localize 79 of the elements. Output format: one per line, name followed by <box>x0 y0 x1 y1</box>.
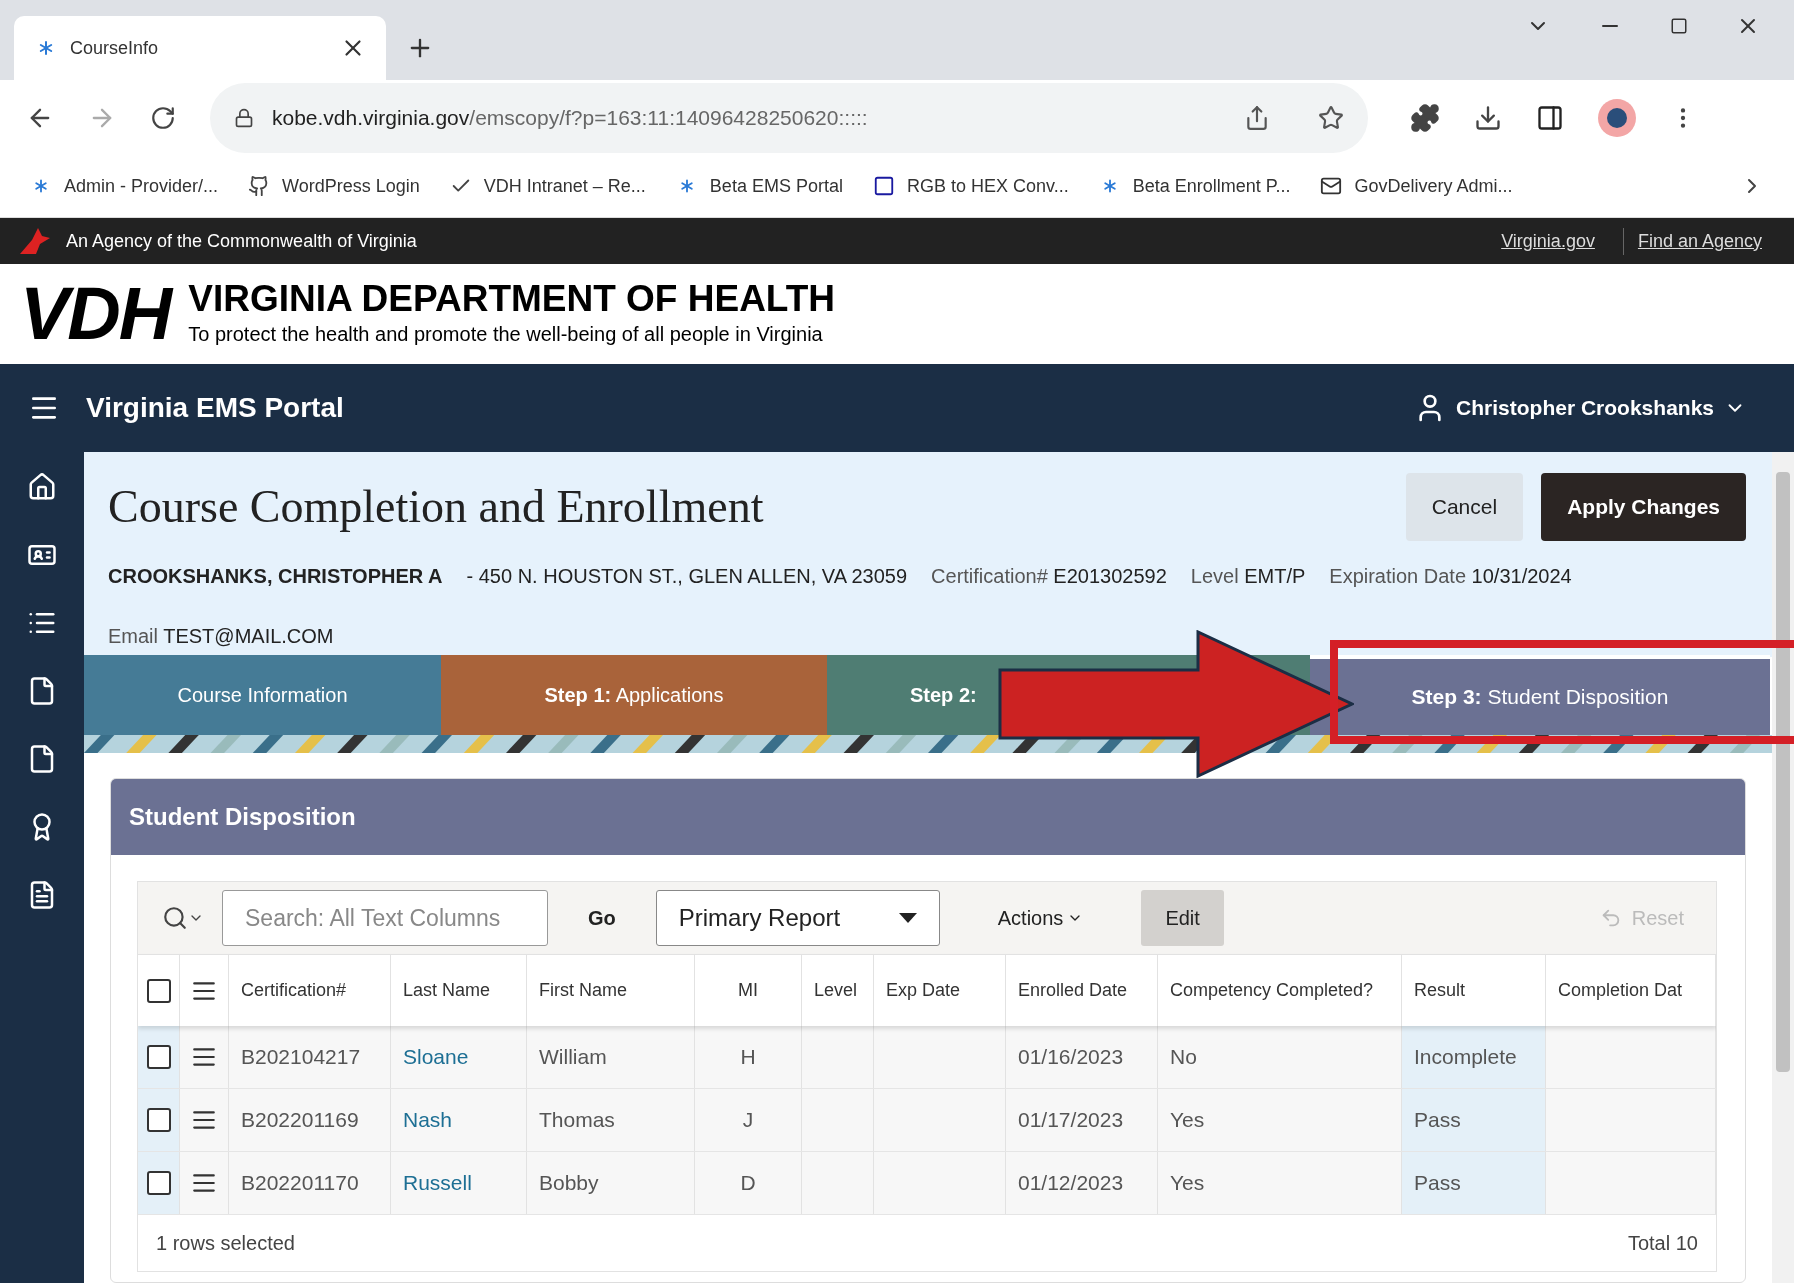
app-title: Virginia EMS Portal <box>86 391 345 425</box>
tagline: To protect the health and promote the well-being of all people in Virginia <box>188 322 824 347</box>
table-cell-text: B202104217 <box>241 1044 361 1071</box>
lock-icon <box>234 107 254 128</box>
url-text: kobe.vdh.virginia.gov/emscopy/f?p=163:11:14096428250620::::: <box>272 104 869 131</box>
table-cell-text: Pass <box>1414 1170 1461 1197</box>
table-cell-text: Incomplete <box>1414 1044 1517 1071</box>
report-select[interactable]: Primary Report <box>655 890 940 946</box>
table-cell-text: B202201169 <box>241 1107 359 1134</box>
step-tab[interactable]: Step 1: Applications <box>441 655 827 735</box>
table-cell-text: 01/17/2023 <box>1018 1107 1124 1134</box>
info-field: Expiration Date 10/31/2024 <box>1329 561 1572 591</box>
name-link[interactable]: Russell <box>403 1167 472 1199</box>
nav-icon[interactable] <box>27 472 57 502</box>
go-button[interactable]: Go <box>566 903 638 933</box>
select-all-checkbox[interactable] <box>146 978 171 1003</box>
table-cell-text: Yes <box>1170 1170 1205 1197</box>
row-checkbox[interactable] <box>146 1171 171 1195</box>
table-cell-text: 01/12/2023 <box>1018 1170 1124 1197</box>
apply-changes-button[interactable]: Apply Changes <box>1541 472 1746 541</box>
side-panel-icon[interactable] <box>1536 103 1564 132</box>
table-cell-text: J <box>742 1107 754 1134</box>
name-link[interactable]: Sloane <box>403 1041 469 1073</box>
header-link[interactable]: Virginia.gov <box>1487 227 1609 255</box>
bookmark-icon <box>1320 175 1343 197</box>
user-menu[interactable]: Christopher Crookshanks <box>1414 392 1746 424</box>
info-field: Certification# E201302592 <box>931 561 1167 591</box>
download-icon[interactable] <box>1474 103 1502 132</box>
agency-text: An Agency of the Commonwealth of Virginia <box>66 229 418 253</box>
bookmark-item[interactable]: GovDelivery Admi... <box>1320 172 1513 200</box>
name-link[interactable]: Nash <box>403 1104 453 1136</box>
cardinal-icon <box>18 226 52 256</box>
table-cell-text: B202201170 <box>241 1170 359 1197</box>
tab-title: CourseInfo <box>70 36 160 60</box>
cancel-button[interactable]: Cancel <box>1405 472 1524 541</box>
bookmark-item[interactable]: Admin - Provider/... <box>30 172 219 200</box>
table-cell-text: No <box>1170 1044 1197 1071</box>
page-title: Course Completion and Enrollment <box>108 480 765 534</box>
table-cell-text: 01/16/2023 <box>1018 1044 1124 1071</box>
header-link[interactable]: Find an Agency <box>1622 227 1776 255</box>
search-icon <box>162 905 188 931</box>
edit-button[interactable]: Edit <box>1141 890 1224 946</box>
bookmark-item[interactable]: WordPress Login <box>248 172 420 200</box>
email-field: Email TEST@MAIL.COM <box>108 621 1748 657</box>
caret-icon <box>898 913 917 923</box>
student-name: CROOKSHANKS, CHRISTOPHER A <box>108 564 443 589</box>
selection-count: 1 rows selected <box>156 1231 295 1256</box>
row-checkbox[interactable] <box>146 1108 171 1132</box>
bookmark-item[interactable]: VDH Intranet – Re... <box>449 172 646 200</box>
maximize-icon[interactable] <box>1670 17 1688 35</box>
search-field[interactable]: Search: All Text Columns <box>222 890 548 946</box>
vdh-logo: VDH <box>20 277 171 351</box>
bookmark-item[interactable]: Beta Enrollment P... <box>1098 172 1291 200</box>
row-checkbox[interactable] <box>146 1045 171 1069</box>
step-tab[interactable]: Course Information <box>84 655 441 735</box>
student-address: - 450 N. HOUSTON ST., GLEN ALLEN, VA 23059 <box>466 564 908 589</box>
bookmark-item[interactable]: Beta EMS Portal <box>675 172 843 200</box>
department-title: VIRGINIA DEPARTMENT OF HEALTH <box>188 279 836 319</box>
table-cell-text: Yes <box>1170 1107 1205 1134</box>
table-cell-text: Pass <box>1414 1107 1461 1134</box>
share-icon[interactable] <box>1244 104 1270 131</box>
table-cell-text: William <box>539 1044 607 1071</box>
reload-icon[interactable] <box>150 104 176 131</box>
table-cell-text: H <box>740 1044 756 1071</box>
step-tab[interactable]: Step 3: Student Disposition <box>1310 655 1770 735</box>
table-cell-text: Bobby <box>539 1170 599 1197</box>
total-count: Total 10 <box>1627 1231 1698 1256</box>
table-cell-text: D <box>740 1170 756 1197</box>
bookmark-icon <box>872 175 895 197</box>
extensions-icon[interactable] <box>1410 102 1440 133</box>
address-bar[interactable]: kobe.vdh.virginia.gov/emscopy/f?p=163:11:14096428250620::::: <box>210 82 1368 153</box>
profile-avatar[interactable] <box>1598 98 1636 137</box>
bookmark-star-icon[interactable] <box>1318 104 1344 131</box>
card-title: Student Disposition <box>129 802 356 832</box>
browser-tab[interactable]: CourseInfo <box>14 16 386 80</box>
actions-menu[interactable]: Actions <box>957 903 1124 933</box>
table-cell-text: Thomas <box>539 1107 615 1134</box>
bookmark-item[interactable]: RGB to HEX Conv... <box>872 172 1069 200</box>
info-field: Level EMT/P <box>1190 561 1306 591</box>
